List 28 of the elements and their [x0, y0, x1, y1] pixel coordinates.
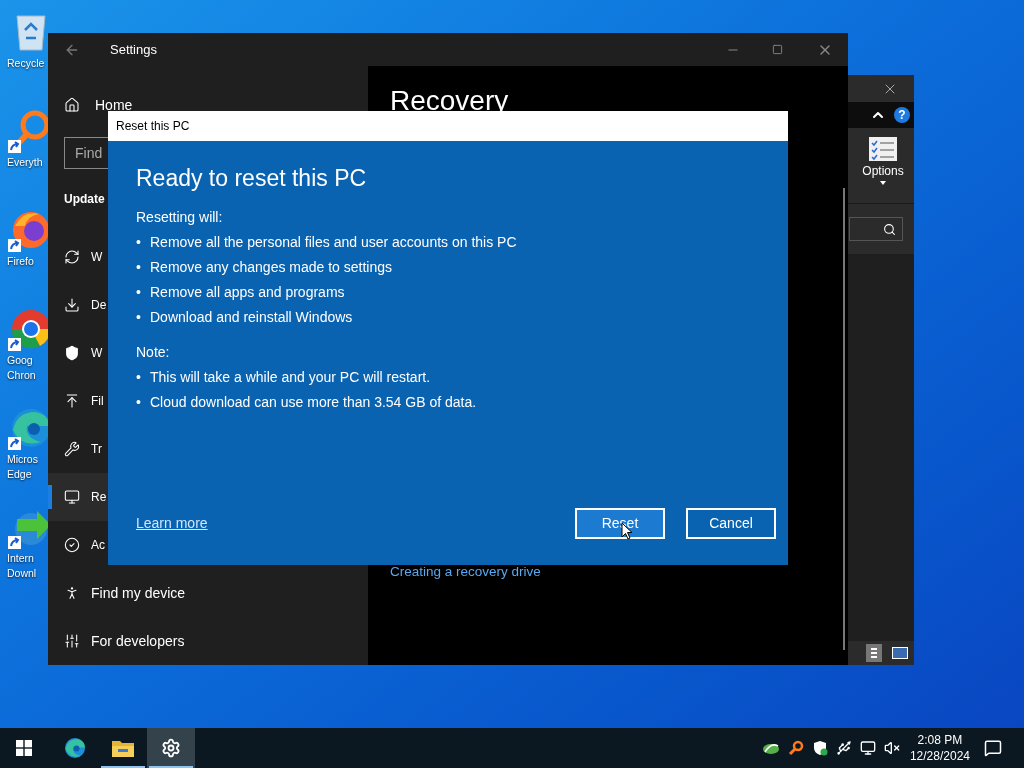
- section-heading: Update: [63, 191, 106, 208]
- dialog-heading: Ready to reset this PC: [136, 164, 368, 193]
- bullet: •: [136, 233, 142, 252]
- desktop-icon-label: Firefo: [7, 254, 34, 269]
- desktop-icon-label: Recycle: [7, 56, 45, 71]
- section-label: Resetting will:: [136, 208, 224, 227]
- desktop-icon-label: Chron: [7, 368, 36, 383]
- bullet-text: Remove all apps and programs: [150, 283, 345, 302]
- bullet-text: Remove any changes made to settings: [150, 258, 393, 277]
- desktop-icon-label: Edge: [7, 467, 32, 482]
- bullet: •: [136, 258, 142, 277]
- page-title: Recovery: [390, 84, 510, 118]
- desktop-icon-label: Everyth: [7, 155, 43, 170]
- window-title: Settings: [110, 40, 157, 59]
- bullet: •: [136, 393, 142, 412]
- bullet-text: Download and reinstall Windows: [150, 308, 353, 327]
- bullet-text: Remove all the personal files and user accounts on this PC: [150, 233, 517, 252]
- desktop-icon-label: Intern: [7, 551, 34, 566]
- bullet: •: [136, 308, 142, 327]
- dialog-title: Reset this PC: [116, 118, 190, 135]
- bullet: •: [136, 283, 142, 302]
- bullet: •: [136, 368, 142, 387]
- section-label: Note:: [136, 343, 171, 362]
- bullet-text: Cloud download can use more than 3.54 GB of data.: [150, 393, 477, 412]
- desktop-icon-label: Micros: [7, 452, 38, 467]
- desktop-icon-label: Goog: [7, 353, 33, 368]
- desktop-icon-label: Downl: [7, 566, 37, 581]
- bullet-text: This will take a while and your PC will restart.: [150, 368, 431, 387]
